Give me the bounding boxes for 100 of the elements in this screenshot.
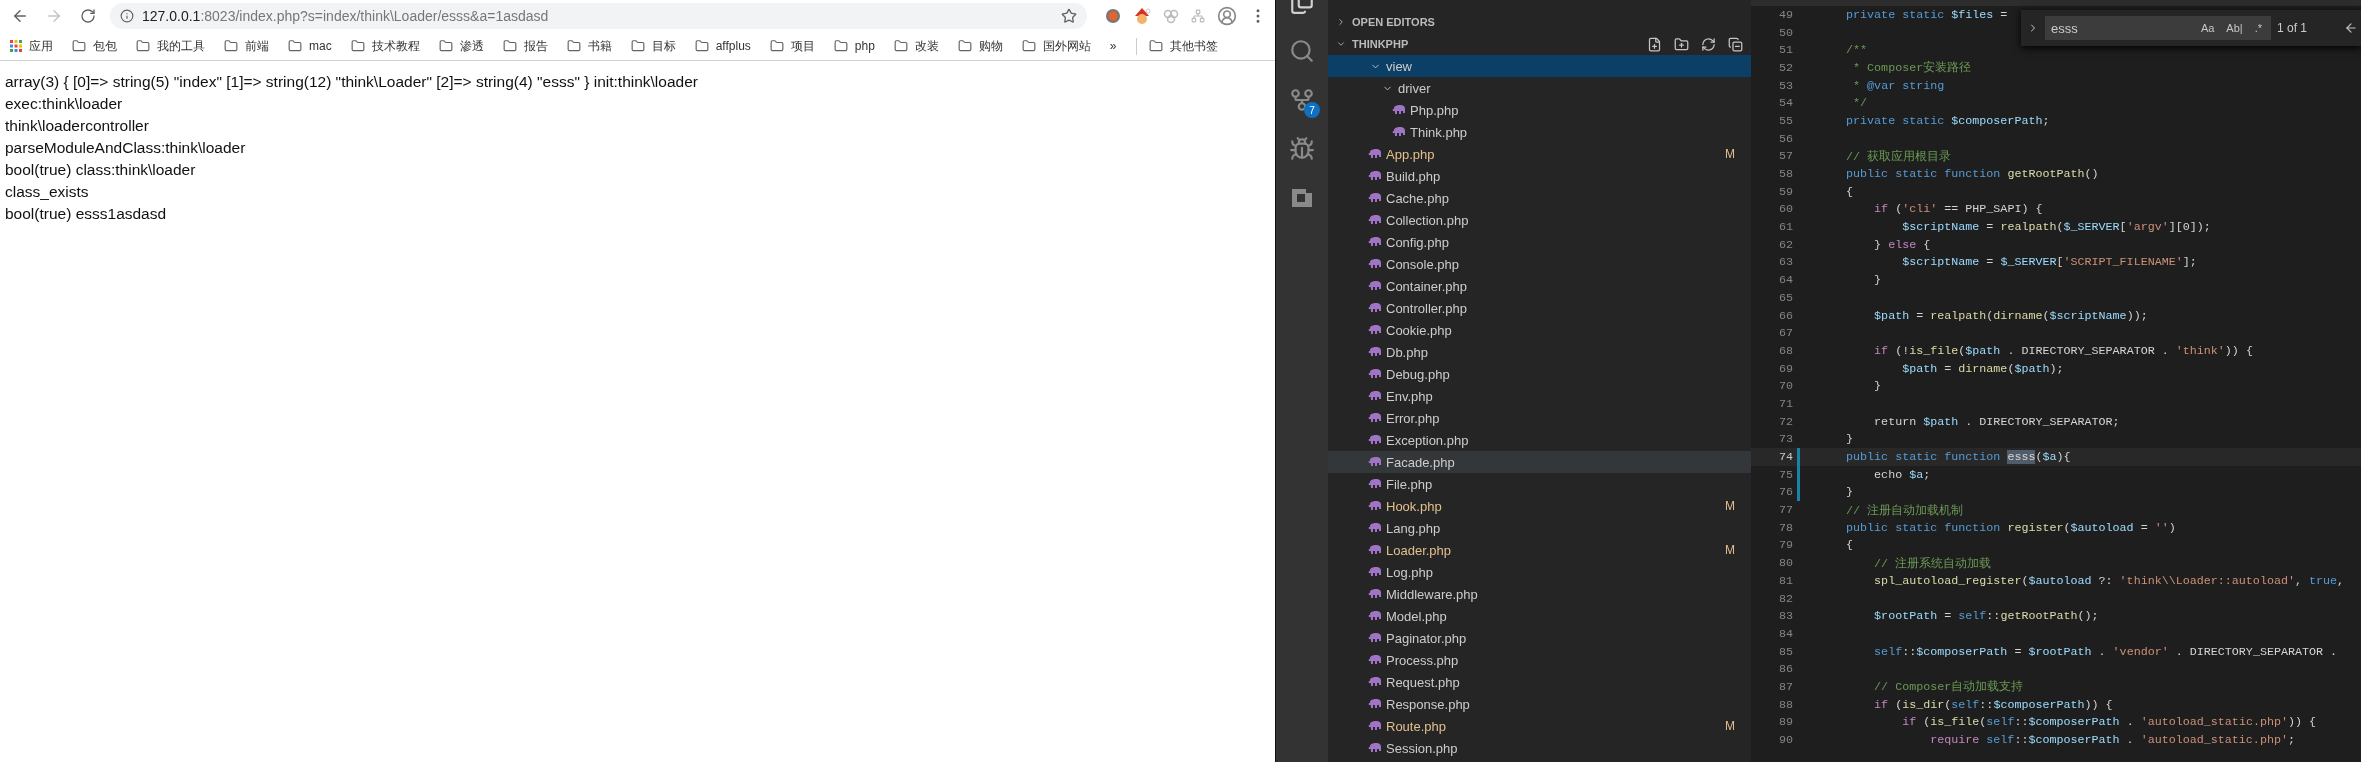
code-text: private static $composerPath; bbox=[1845, 113, 2050, 128]
elephant-icon bbox=[1368, 280, 1382, 292]
line-number: 50 bbox=[1777, 25, 1793, 40]
line-number: 67 bbox=[1777, 326, 1793, 341]
line-number: 83 bbox=[1777, 609, 1793, 624]
folder-icon bbox=[72, 39, 86, 53]
bookmark-folder[interactable]: 其他书签 bbox=[1135, 37, 1218, 55]
file-item[interactable]: Process.php bbox=[1328, 649, 1751, 671]
code-text: if (is_dir(self::$composerPath)) { bbox=[1873, 697, 2113, 712]
bookmark-folder[interactable]: affplus bbox=[694, 39, 751, 53]
file-item[interactable]: Think.php bbox=[1328, 121, 1751, 143]
bookmark-folder[interactable]: 改装 bbox=[893, 37, 939, 55]
file-item[interactable]: Request.php bbox=[1328, 671, 1751, 693]
previous-match-icon[interactable] bbox=[2344, 21, 2358, 35]
address-bar[interactable]: 127.0.0.1:8023/index.php?s=index/think\Loader/esss&a=1asdasd bbox=[110, 3, 1087, 29]
elephant-icon bbox=[1368, 236, 1382, 248]
folder-icon bbox=[288, 39, 302, 53]
file-item[interactable]: Env.php bbox=[1328, 385, 1751, 407]
hat-face-icon[interactable] bbox=[1133, 7, 1151, 25]
file-item[interactable]: Cookie.php bbox=[1328, 319, 1751, 341]
star-icon[interactable] bbox=[1061, 8, 1077, 24]
file-item[interactable]: Exception.php bbox=[1328, 429, 1751, 451]
match-count: 1 of 1 bbox=[2277, 21, 2309, 35]
line-number: 77 bbox=[1777, 503, 1793, 518]
code-text: * @var string bbox=[1852, 78, 1945, 93]
bookmark-folder[interactable]: php bbox=[833, 39, 875, 53]
code-text: echo $a; bbox=[1873, 467, 1931, 482]
bookmark-folder[interactable]: 包包 bbox=[72, 37, 117, 55]
new-folder-icon[interactable] bbox=[1674, 36, 1689, 52]
folder-item[interactable]: view bbox=[1328, 55, 1751, 77]
file-item[interactable]: App.php M bbox=[1328, 143, 1751, 165]
file-item[interactable]: Hook.php M bbox=[1328, 495, 1751, 517]
elephant-icon bbox=[1368, 720, 1382, 732]
line-number: 60 bbox=[1777, 202, 1793, 217]
file-item[interactable]: Controller.php bbox=[1328, 297, 1751, 319]
code-text: $path = realpath(dirname($scriptName)); bbox=[1873, 308, 2148, 323]
file-item[interactable]: Error.php bbox=[1328, 407, 1751, 429]
file-item[interactable]: Php.php bbox=[1328, 99, 1751, 121]
folder-icon bbox=[438, 39, 453, 53]
file-item[interactable]: Log.php bbox=[1328, 561, 1751, 583]
line-number: 86 bbox=[1777, 662, 1793, 677]
bookmarks-overflow[interactable]: » bbox=[1109, 39, 1117, 53]
elephant-icon bbox=[1368, 170, 1382, 182]
file-item[interactable]: Paginator.php bbox=[1328, 627, 1751, 649]
file-item[interactable]: Route.php M bbox=[1328, 715, 1751, 737]
elephant-icon bbox=[1368, 390, 1382, 402]
apps-bookmark[interactable]: 应用 bbox=[10, 37, 53, 55]
file-item[interactable]: File.php bbox=[1328, 473, 1751, 495]
file-item[interactable]: Model.php bbox=[1328, 605, 1751, 627]
folder-item[interactable]: driver bbox=[1328, 77, 1751, 99]
code-text: spl_autoload_register($autoload ?: 'think\\Loader::autoload', true, bbox=[1873, 573, 2345, 588]
file-item[interactable]: Container.php bbox=[1328, 275, 1751, 297]
refresh-icon[interactable] bbox=[1701, 36, 1716, 52]
elephant-icon bbox=[1368, 258, 1382, 270]
file-item[interactable]: Db.php bbox=[1328, 341, 1751, 363]
line-number: 71 bbox=[1777, 396, 1793, 411]
avatar-icon[interactable] bbox=[1217, 6, 1237, 26]
bookmark-folder[interactable]: 国外网站 bbox=[1021, 37, 1091, 55]
collapse-all-icon[interactable] bbox=[1728, 36, 1743, 52]
find-input[interactable]: esss Aa Ab| .* bbox=[2045, 16, 2271, 40]
file-item[interactable]: Response.php bbox=[1328, 693, 1751, 715]
file-item[interactable]: Config.php bbox=[1328, 231, 1751, 253]
file-item[interactable]: Collection.php bbox=[1328, 209, 1751, 231]
bookmark-folder[interactable]: 报告 bbox=[502, 37, 548, 55]
file-item[interactable]: Build.php bbox=[1328, 165, 1751, 187]
file-item[interactable]: Loader.php M bbox=[1328, 539, 1751, 561]
find-option-toggle[interactable]: .* bbox=[2251, 20, 2265, 36]
elephant-icon bbox=[1368, 302, 1382, 314]
bookmark-folder[interactable]: mac bbox=[288, 39, 332, 53]
bookmark-folder[interactable]: 购物 bbox=[957, 37, 1003, 55]
bookmark-folder[interactable]: 项目 bbox=[769, 37, 815, 55]
file-item[interactable]: Session.php bbox=[1328, 737, 1751, 759]
record-dot-icon[interactable] bbox=[1105, 8, 1121, 24]
source-control-button[interactable]: 7 bbox=[1282, 82, 1322, 118]
folder-icon bbox=[1148, 39, 1163, 53]
file-item[interactable]: Console.php bbox=[1328, 253, 1751, 275]
find-option-toggle[interactable]: Aa bbox=[2197, 20, 2218, 36]
bookmark-folder[interactable]: 技术教程 bbox=[350, 37, 420, 55]
new-file-icon[interactable] bbox=[1647, 36, 1662, 52]
bug-icon bbox=[1289, 136, 1315, 162]
file-item[interactable]: Lang.php bbox=[1328, 517, 1751, 539]
code-text: * Composer安装路径 bbox=[1852, 60, 1972, 76]
bookmark-folder[interactable]: 渗透 bbox=[438, 37, 484, 55]
file-item[interactable]: Debug.php bbox=[1328, 363, 1751, 385]
elephant-icon bbox=[1368, 456, 1382, 468]
code-text: { bbox=[1845, 538, 1854, 553]
code-text: if ('cli' == PHP_SAPI) { bbox=[1873, 202, 2043, 217]
bookmark-folder[interactable]: 目标 bbox=[630, 37, 676, 55]
bookmark-folder[interactable]: 我的工具 bbox=[136, 37, 205, 55]
file-item[interactable]: Facade.php bbox=[1328, 451, 1751, 473]
code-text: if (!is_file($path . DIRECTORY_SEPARATOR . 'think')) { bbox=[1873, 343, 2253, 358]
folder-icon bbox=[957, 39, 972, 53]
bookmark-folder[interactable]: 前端 bbox=[224, 37, 269, 55]
line-number: 75 bbox=[1777, 467, 1793, 482]
bookmark-folder[interactable]: 书籍 bbox=[566, 37, 612, 55]
section-header[interactable]: THINKPHP bbox=[1328, 33, 1751, 55]
section-header[interactable]: OPEN EDITORS bbox=[1328, 11, 1751, 33]
find-option-toggle[interactable]: Ab| bbox=[2223, 20, 2246, 36]
file-item[interactable]: Cache.php bbox=[1328, 187, 1751, 209]
file-item[interactable]: Middleware.php bbox=[1328, 583, 1751, 605]
